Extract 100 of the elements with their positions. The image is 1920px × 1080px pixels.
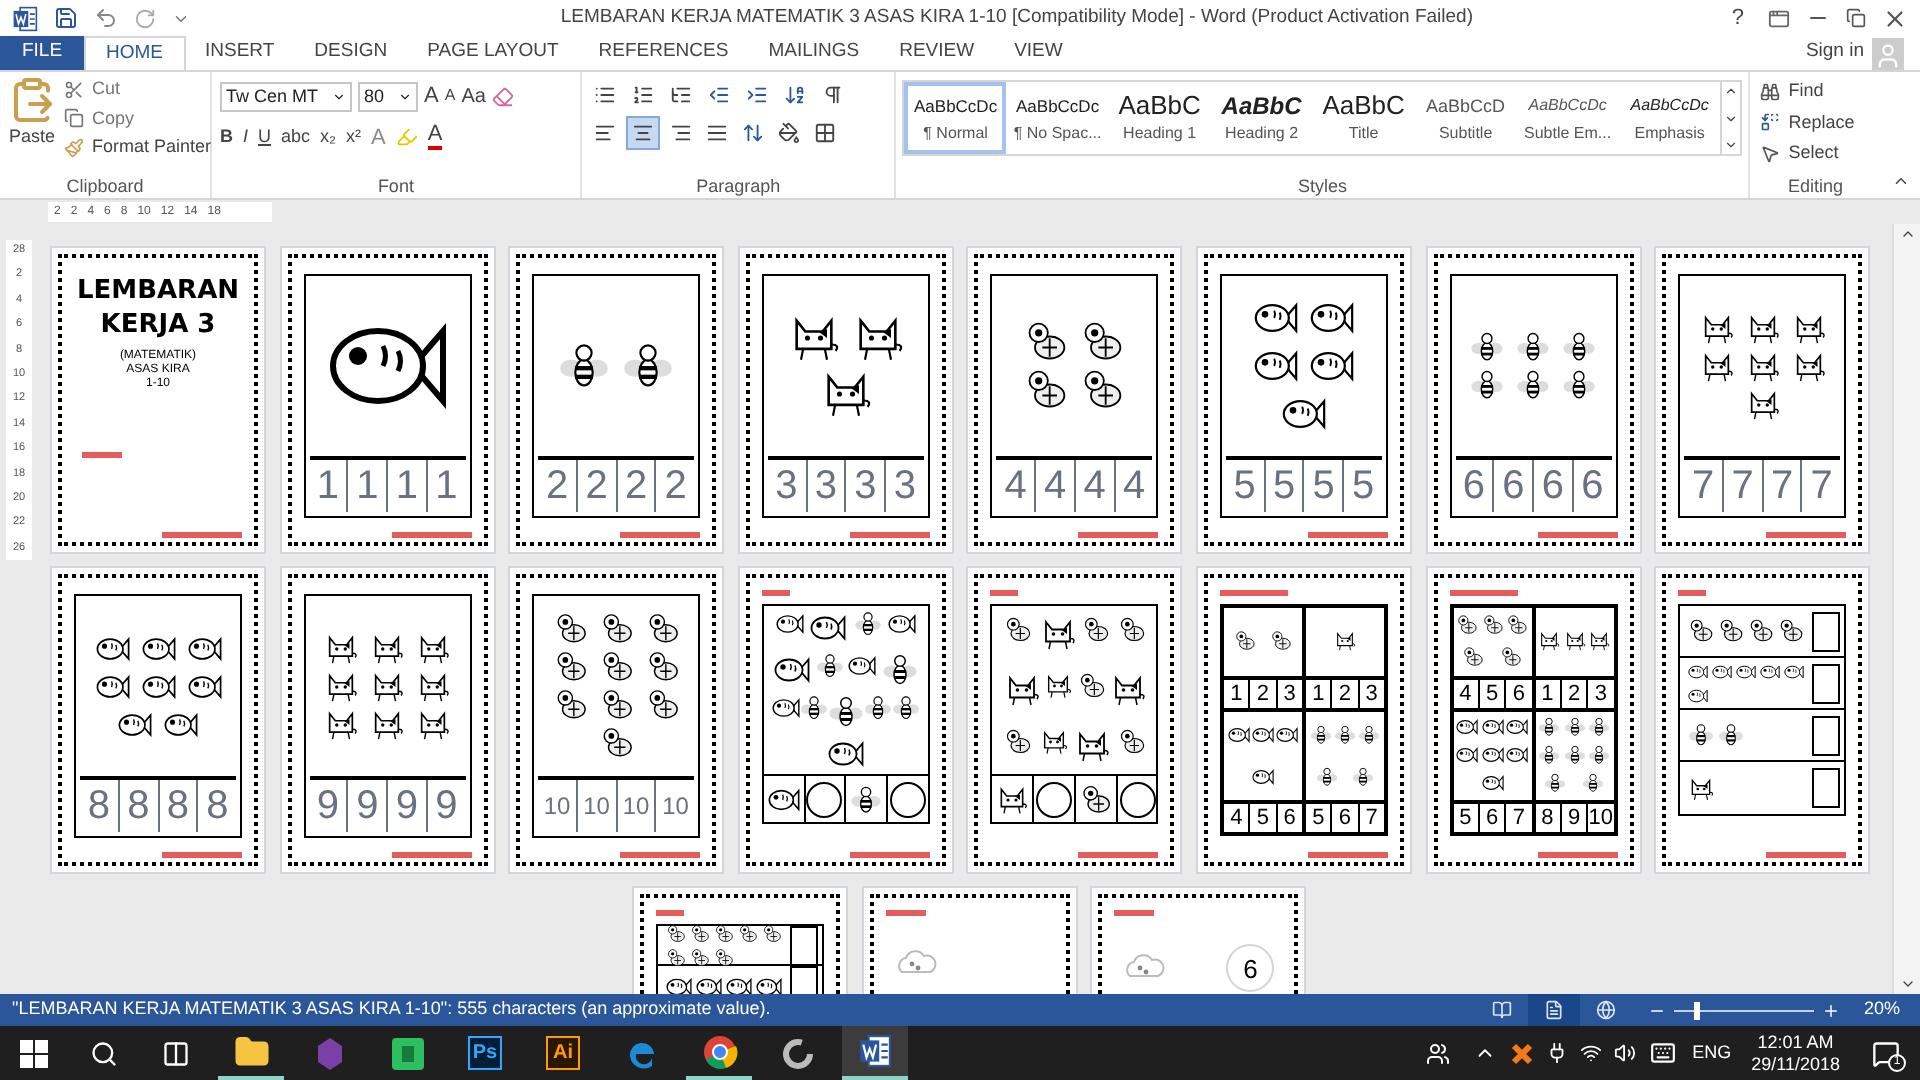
cover-title: LEMBARAN KERJA 3 <box>74 274 242 342</box>
font-name-field[interactable]: Tw Cen MT <box>220 81 352 112</box>
paste-button[interactable]: Paste <box>8 76 56 174</box>
tracing-digit: 6 <box>1534 460 1574 512</box>
select-button[interactable]: Select <box>1760 140 1871 167</box>
ribbon-tab[interactable]: MAILINGS <box>748 36 880 70</box>
clock-time[interactable]: 12:01 AM <box>1757 1031 1834 1053</box>
format-button[interactable]: abc <box>281 124 311 151</box>
format-button[interactable]: B <box>220 124 233 151</box>
number-option: 2 <box>1332 679 1360 707</box>
tracing-digit: 5 <box>1350 462 1377 512</box>
cut-button[interactable]: Cut <box>64 76 212 103</box>
style-item[interactable]: AaBbC Heading 2 <box>1210 82 1313 154</box>
number-option: 6 <box>1506 679 1532 707</box>
window-title: LEMBARAN KERJA MATEMATIK 3 ASAS KIRA 1-10 [Compatibility Mode] - Word (Product Activation Failed) <box>558 3 1474 32</box>
find-button[interactable]: Find <box>1760 78 1871 105</box>
format-button[interactable]: U <box>258 124 272 151</box>
number-option: 2 <box>1561 679 1589 707</box>
format-button[interactable]: x₂ <box>320 124 337 151</box>
tracing-digit: 4 <box>1120 462 1148 512</box>
tracing-digit: 3 <box>807 460 847 512</box>
tracing-digit: 10 <box>617 780 657 832</box>
help-button[interactable]: ? <box>1723 1 1752 35</box>
font-size-field[interactable]: 80 <box>358 81 418 112</box>
tracing-digit: 10 <box>538 780 578 832</box>
language-indicator[interactable]: ENG <box>1692 1039 1732 1067</box>
group-label: Paragraph <box>694 174 783 198</box>
number-option: 1 <box>1223 679 1251 707</box>
number-option: 1 <box>1535 679 1562 707</box>
tracing-digit: 7 <box>1763 460 1803 512</box>
number-option: 8 <box>1535 804 1562 832</box>
tracing-digit: 1 <box>433 462 460 512</box>
number-option: 9 <box>1561 804 1589 832</box>
number-option: 5 <box>1305 804 1333 832</box>
tracing-digit: 5 <box>1265 460 1305 512</box>
style-item[interactable]: AaBbCcD Subtitle <box>1414 82 1517 154</box>
number-option: 6 <box>1332 804 1360 832</box>
format-painter-button[interactable]: Format Painter <box>64 134 212 161</box>
tracing-digit: 1 <box>388 460 428 512</box>
number-option: 3 <box>1588 679 1614 707</box>
clock-date[interactable]: 29/11/2018 <box>1751 1053 1840 1075</box>
app-icon[interactable]: Ps <box>468 1036 502 1070</box>
tracing-digit: 8 <box>159 780 199 832</box>
tracing-digit: 3 <box>891 462 918 512</box>
number-option: 2 <box>1250 679 1278 707</box>
tracing-digit: 6 <box>1494 460 1535 512</box>
tracing-digit: 7 <box>1723 460 1764 512</box>
tracing-digit: 2 <box>577 460 618 512</box>
shrink-font-button[interactable]: A <box>444 84 456 109</box>
number-option: 6 <box>1277 804 1302 832</box>
ribbon-tab[interactable]: INSERT <box>185 36 295 70</box>
tracing-digit: 1 <box>309 460 349 512</box>
taskbar-app[interactable]: Ai <box>530 1026 596 1080</box>
status-text: "LEMBARAN KERJA MATEMATIK 3 ASAS KIRA 1-10": 555 characters (an approximate value). <box>12 996 771 1023</box>
tracing-digit: 7 <box>1684 460 1724 512</box>
tracing-digit: 4 <box>1036 460 1076 512</box>
tracing-digit: 9 <box>348 780 389 832</box>
app-icon[interactable]: Ai <box>546 1036 580 1070</box>
number-option: 1 <box>1305 679 1333 707</box>
tracing-digit: 8 <box>119 780 159 832</box>
file-tab[interactable]: FILE <box>0 36 84 70</box>
taskbar-app[interactable]: Ps <box>452 1026 518 1080</box>
number-option: 5 <box>1453 804 1480 832</box>
number-option: 10 <box>1588 804 1614 832</box>
copy-button[interactable]: Copy <box>64 105 212 132</box>
ribbon-tab[interactable]: REFERENCES <box>578 36 749 70</box>
group-label: Font <box>375 174 416 198</box>
tracing-digit: 10 <box>660 790 691 824</box>
style-item[interactable]: AaBbCcDc ¶ No Spac... <box>1006 82 1109 154</box>
number-option: 3 <box>1359 679 1384 707</box>
ribbon-tab[interactable]: PAGE LAYOUT <box>407 36 579 70</box>
format-button[interactable]: I <box>243 124 249 151</box>
sign-in-link[interactable]: Sign in <box>1805 37 1872 70</box>
ribbon-tab[interactable]: VIEW <box>994 36 1083 70</box>
ribbon-tab[interactable]: DESIGN <box>294 36 408 70</box>
format-button[interactable]: x² <box>346 124 362 151</box>
tracing-digit: 1 <box>348 460 389 512</box>
style-item[interactable]: AaBbCcDc ¶ Normal <box>904 82 1007 154</box>
style-item[interactable]: AaBbCcDc Emphasis <box>1618 82 1721 154</box>
tracing-digit: 4 <box>996 460 1037 512</box>
change-case-button[interactable]: Aa <box>461 81 486 112</box>
style-item[interactable]: AaBbC Title <box>1312 82 1415 154</box>
number-option: 7 <box>1506 804 1532 832</box>
number-option: 5 <box>1479 679 1507 707</box>
ribbon-tab[interactable]: HOME <box>84 36 185 70</box>
zoom-level: 20% <box>1863 996 1900 1023</box>
tracing-digit: 9 <box>433 782 460 832</box>
grow-font-button[interactable]: A <box>424 80 439 113</box>
tracing-digit: 9 <box>388 780 428 832</box>
style-item[interactable]: AaBbCcDc Subtle Em... <box>1516 82 1619 154</box>
number-option: 5 <box>1250 804 1278 832</box>
tracing-digit: 7 <box>1808 462 1835 512</box>
tracing-digit: 5 <box>1225 460 1266 512</box>
font-color-button[interactable]: A <box>427 124 443 151</box>
tracing-digit: 3 <box>767 460 808 512</box>
style-item[interactable]: AaBbC Heading 1 <box>1108 82 1211 154</box>
number-option: 4 <box>1453 679 1480 707</box>
replace-button[interactable]: Replace <box>1760 109 1871 136</box>
ribbon-tab[interactable]: REVIEW <box>879 36 995 70</box>
number-option: 4 <box>1223 804 1251 832</box>
